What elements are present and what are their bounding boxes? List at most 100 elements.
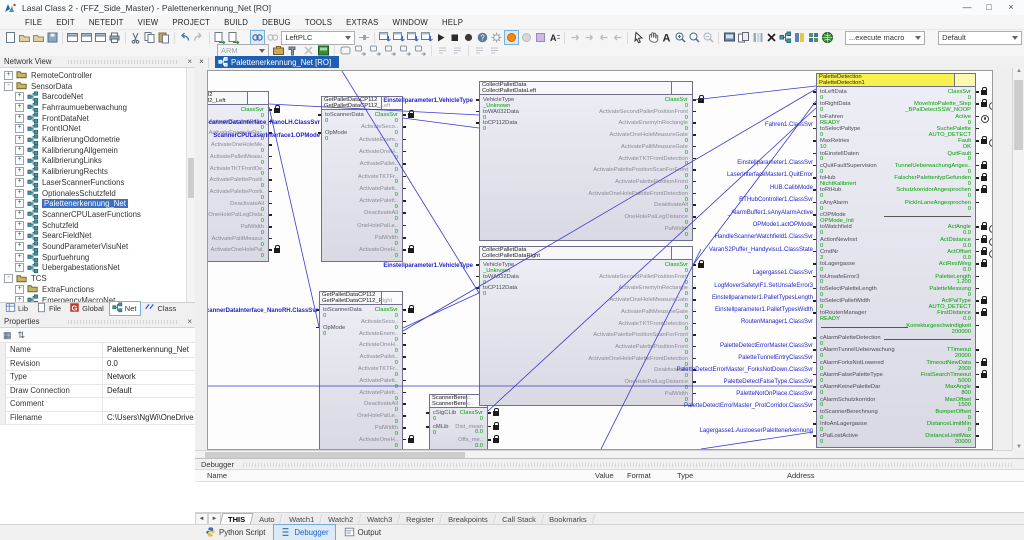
pan-hand-icon[interactable] <box>646 31 659 44</box>
browser-tab-class[interactable]: Class <box>141 301 181 316</box>
debugger-column-address[interactable]: Address <box>787 471 815 480</box>
ref-label[interactable]: Einstellparameter1.VehicleType <box>383 263 473 269</box>
browser-tab-net[interactable]: Net <box>109 301 142 316</box>
network-view-close-icon[interactable]: × <box>187 56 192 68</box>
ref-label[interactable]: VaranS2Puffer_Handyvisu1.ClassState <box>709 247 813 253</box>
settings-gear-icon[interactable] <box>490 31 503 44</box>
fb-block-collect-right[interactable]: CollectPalletDataCollectPalletDataRightV… <box>479 246 693 406</box>
expand-toggle-icon[interactable]: + <box>4 71 13 80</box>
expand-toggle-icon[interactable]: - <box>4 274 13 283</box>
ref-label[interactable]: ScannerDataInterface_NanoRH.ClassSvr <box>207 308 318 314</box>
property-value[interactable]: Network <box>103 370 195 384</box>
browser-tab-file[interactable]: File <box>33 301 66 316</box>
ref-label[interactable]: Fahren1.ClassSvr <box>765 122 813 128</box>
profile-select[interactable]: Default <box>938 31 1022 45</box>
close-button[interactable]: × <box>1000 0 1022 14</box>
sync-plc-icon[interactable] <box>420 31 433 44</box>
hardware-screen-icon[interactable] <box>723 31 736 44</box>
ref-label[interactable]: PaletteDetectErrorMaster_ProtCorridor.Cl… <box>684 403 813 409</box>
ref-label[interactable]: PaletteDetectErrorMaster_ForksNotDown.Cl… <box>677 367 813 373</box>
property-value[interactable] <box>103 397 195 411</box>
tree-item-tcs[interactable]: -TCS <box>4 273 47 284</box>
expand-toggle-icon[interactable]: + <box>15 189 24 198</box>
expand-toggle-icon[interactable]: + <box>15 92 24 101</box>
debugger-column-type[interactable]: Type <box>677 471 693 480</box>
menu-edit[interactable]: EDIT <box>49 18 82 27</box>
ref-label[interactable]: Einstellparameter1.ClassSvr <box>737 160 813 166</box>
ref-label[interactable]: HandleScannerWatchfield1.ClassSvr <box>715 234 813 240</box>
canvas-vertical-scrollbar[interactable]: ▲▼ <box>1012 68 1024 450</box>
fb-block-cp112-right[interactable]: GetPalletDataCP112GetPalletDataCP112_Rig… <box>319 291 403 450</box>
zoom-out-icon[interactable] <box>702 31 715 44</box>
open-project-icon[interactable] <box>18 31 31 44</box>
autoformat-icon[interactable]: A <box>548 31 561 44</box>
offline-mode-icon[interactable] <box>520 31 533 44</box>
ref-label[interactable]: OPMode1.actOPMode <box>753 222 813 228</box>
zoom-in-icon[interactable] <box>674 31 687 44</box>
expand-toggle-icon[interactable]: - <box>4 82 13 91</box>
editor-tab[interactable]: Palettenerkennung_Net [RO] <box>215 56 339 68</box>
disconnect-icon[interactable] <box>266 31 279 44</box>
window-new-icon[interactable] <box>66 31 79 44</box>
download-plc-icon[interactable] <box>378 31 391 44</box>
debugger-column-value[interactable]: Value <box>595 471 614 480</box>
fb-block-collect-left[interactable]: CollectPalletDataCollectPalletDataLeftVe… <box>479 81 693 241</box>
network-tool-icon[interactable] <box>779 31 792 44</box>
expand-toggle-icon[interactable]: + <box>15 242 24 251</box>
copy-icon[interactable] <box>143 31 156 44</box>
menu-debug[interactable]: DEBUG <box>255 18 298 27</box>
browser-tab-lib[interactable]: Lib <box>2 301 33 316</box>
ref-label[interactable]: ScannerCPULaserInterface1.OPMode <box>213 133 320 139</box>
object-color-icon[interactable] <box>534 31 547 44</box>
redo-icon[interactable] <box>192 31 205 44</box>
tree-item-schutzfeld[interactable]: +Schutzfeld <box>15 220 78 231</box>
plc-target-select[interactable]: LeftPLC <box>281 31 354 45</box>
ref-label[interactable]: Einstellparameter1.PalletTypesWidth <box>715 307 813 313</box>
connect-plug-icon[interactable] <box>357 31 370 44</box>
ref-label[interactable]: LaserInterfaceMaster1.QuitError <box>727 172 813 178</box>
stop-icon[interactable] <box>448 31 461 44</box>
delete-x-icon[interactable] <box>765 31 778 44</box>
ref-label[interactable]: PaletteNotOnPlace.ClassSvr <box>736 391 813 397</box>
columns-tool-icon[interactable] <box>793 31 806 44</box>
tree-scrollbar[interactable] <box>186 68 195 302</box>
zoom-tool-icon[interactable] <box>688 31 701 44</box>
nav-forward2-icon[interactable] <box>583 31 596 44</box>
record-icon[interactable] <box>462 31 475 44</box>
property-value[interactable]: Default <box>103 384 195 398</box>
web-globe-icon[interactable] <box>821 31 834 44</box>
ref-label[interactable]: Einstellparameter1.VehicleType <box>383 98 473 104</box>
expand-toggle-icon[interactable]: + <box>15 231 24 240</box>
fb-block-cp112-left[interactable]: GetPalletDataCP112GetPalletDataCP112_Lef… <box>321 96 403 262</box>
network-canvas[interactable]: GetPalletDataWVA032GetPalletDataWVA032_L… <box>195 68 1012 450</box>
select-cursor-icon[interactable] <box>632 31 645 44</box>
ref-label[interactable]: Lagergasse1.AusloeserPalettenerkennung <box>700 428 813 434</box>
object-info-icon[interactable] <box>751 31 764 44</box>
menu-help[interactable]: HELP <box>435 18 470 27</box>
expand-toggle-icon[interactable]: + <box>15 124 24 133</box>
online-mode-icon[interactable] <box>504 30 519 45</box>
window-tile-icon[interactable] <box>94 31 107 44</box>
debugger-column-format[interactable]: Format <box>627 471 651 480</box>
debugger-column-name[interactable]: Name <box>207 471 227 480</box>
menu-project[interactable]: PROJECT <box>165 18 217 27</box>
ref-label[interactable]: PaletteTunnelEntryClassSvr <box>738 355 813 361</box>
import-page-icon[interactable] <box>227 31 240 44</box>
expand-toggle-icon[interactable]: + <box>15 114 24 123</box>
property-value[interactable]: Palettenerkennung_Net <box>103 343 195 357</box>
module-mosaic-icon[interactable] <box>807 31 820 44</box>
text-tool-icon[interactable]: A <box>660 31 673 44</box>
properties-close-icon[interactable]: × <box>187 316 192 328</box>
expand-toggle-icon[interactable]: + <box>15 146 24 155</box>
expand-toggle-icon[interactable]: + <box>15 167 24 176</box>
expand-toggle-icon[interactable]: + <box>15 199 24 208</box>
fb-block-wva032-left[interactable]: GetPalletDataWVA032GetPalletDataWVA032_L… <box>207 91 269 262</box>
ref-label[interactable]: _AlarmBuffer1.sAnyAlarmActive <box>728 210 813 216</box>
expand-toggle-icon[interactable]: + <box>15 156 24 165</box>
menu-netedit[interactable]: NETEDIT <box>82 18 131 27</box>
menu-extras[interactable]: EXTRAS <box>339 18 385 27</box>
window-cascade-icon[interactable] <box>80 31 93 44</box>
menu-build[interactable]: BUILD <box>217 18 255 27</box>
ref-label[interactable]: HUB.CalibMode <box>770 185 813 191</box>
ref-label[interactable]: LogMoverSafetyIF1.SetUnsafeError3 <box>714 283 813 289</box>
